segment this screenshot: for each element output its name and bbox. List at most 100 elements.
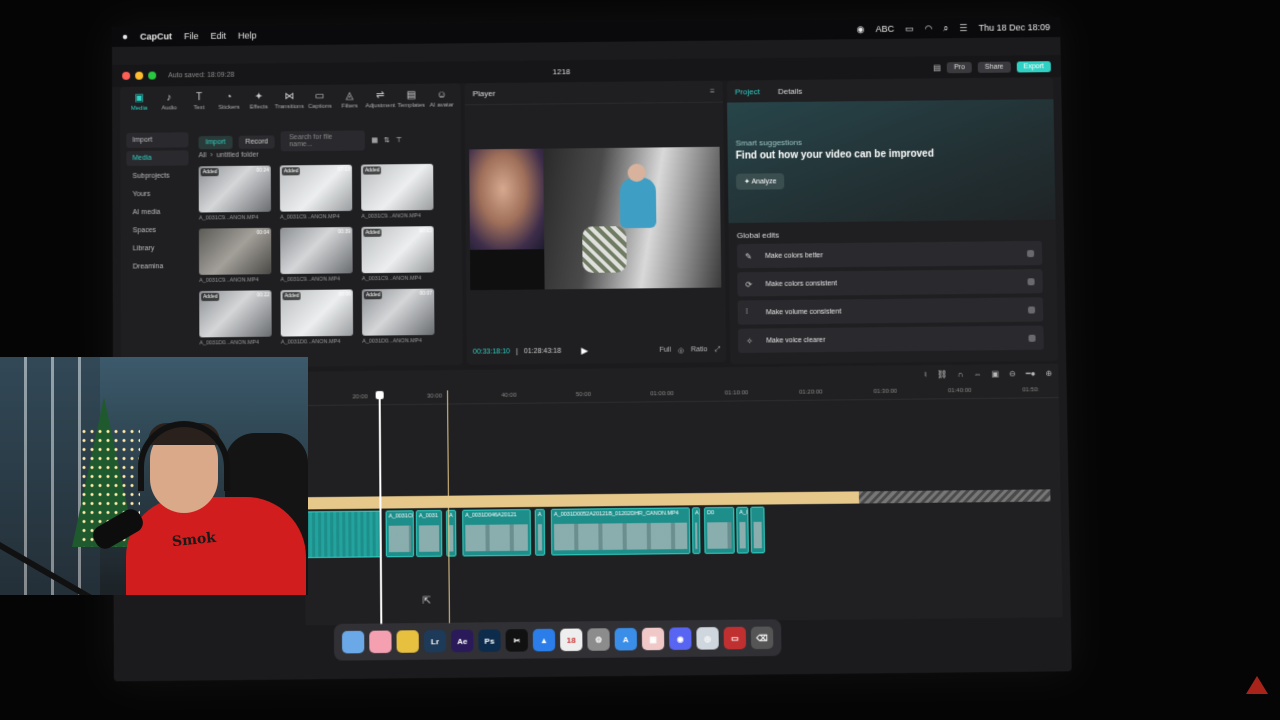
clip-thumbnail[interactable]: Added (360, 163, 434, 211)
menu-app-name[interactable]: CapCut (140, 31, 172, 41)
analyze-button[interactable]: ✦ Analyze (735, 173, 785, 190)
discord-app[interactable]: ◉ (669, 627, 692, 650)
snap-icon[interactable]: ⇔ (973, 369, 981, 378)
timeline-clip[interactable]: A (534, 508, 546, 556)
clip-thumbnail[interactable]: 00:39 (280, 226, 353, 275)
media-clip[interactable]: 00:39 A_0031C9...ANON.MP4 (280, 226, 353, 283)
record-button[interactable]: Record (238, 134, 276, 149)
magnet-icon[interactable]: ∩ (957, 369, 963, 378)
screen-record-icon[interactable]: ◉ (857, 24, 865, 35)
global-edit-make-voice-clearer[interactable]: ✧ Make voice clearer (737, 325, 1044, 353)
menu-clock[interactable]: Thu 18 Dec 18:09 (978, 22, 1050, 33)
tab-details[interactable]: Details (778, 86, 803, 95)
media-clip[interactable]: Added A_0031C9...ANON.MP4 (360, 163, 434, 220)
sidebar-item-dreamina[interactable]: Dreamina (127, 259, 189, 275)
tool-transitions[interactable]: ⋈ Transitions (275, 91, 304, 110)
tool-effects[interactable]: ✦ Effects (246, 91, 272, 110)
breadcrumb-all[interactable]: All (199, 152, 207, 159)
media-clip[interactable]: Added 00:24 A_0031C9...ANON.MP4 (198, 165, 272, 222)
tool-templates[interactable]: ▤ Templates (398, 90, 425, 109)
tool-ai-avatar[interactable]: ☺ AI avatar (429, 89, 455, 108)
media-clip[interactable]: Added 00:07 A_0031D0...ANON.MP4 (361, 288, 435, 345)
sidebar-item-media[interactable]: Media (126, 150, 189, 167)
menu-edit[interactable]: Edit (211, 31, 227, 41)
video-track[interactable]: A_0031C0 A_0031 A A_0031D046A20121 A A_0031D0… (304, 506, 767, 559)
media-clip[interactable]: Added 00:22 A_0031D0...ANON.MP4 (199, 290, 272, 347)
edit-toggle[interactable] (1027, 277, 1035, 285)
minimize-window-button[interactable] (135, 71, 144, 80)
battery-icon[interactable]: ▭ (905, 23, 914, 34)
timeline-clip[interactable] (750, 506, 766, 554)
photos-app[interactable] (369, 630, 392, 654)
settings-app[interactable]: ⚙ (587, 628, 610, 651)
clip-thumbnail[interactable]: Added 00:24 (198, 165, 272, 213)
sidebar-item-subprojects[interactable]: Subprojects (126, 168, 188, 184)
export-button[interactable]: Export (1016, 60, 1051, 73)
zoom-fit-icon[interactable]: ⊕ (1045, 368, 1052, 377)
sidebar-item-spaces[interactable]: Spaces (127, 223, 189, 239)
finder-app[interactable] (341, 630, 365, 654)
close-window-button[interactable] (122, 71, 131, 80)
control-center-icon[interactable]: ☰ (959, 23, 967, 34)
tool-media[interactable]: ▣ Media (126, 93, 152, 112)
tool-adjustment[interactable]: ⇌ Adjustment (365, 90, 395, 109)
full-quality-button[interactable]: Full (659, 346, 670, 354)
ratio-button[interactable]: Ratio (691, 346, 708, 354)
clip-thumbnail[interactable]: Added 00:06 (280, 289, 354, 337)
edit-toggle[interactable] (1027, 305, 1036, 314)
clip-thumbnail[interactable]: Added 00:22 (199, 290, 272, 338)
timeline-clip[interactable]: A_0031D0052A20121B_01202DHR_CANON.MP4 (550, 507, 691, 556)
timeline-clip[interactable]: A (691, 507, 701, 555)
pro-button[interactable]: Pro (946, 61, 972, 73)
media-clip[interactable]: 00:04 A_0031C9...ANON.MP4 (198, 227, 272, 284)
share-button[interactable]: Share (977, 61, 1011, 73)
search-icon[interactable]: ⌕ (943, 23, 948, 34)
clip-thumbnail[interactable]: Added 07:13 (279, 164, 353, 212)
input-source[interactable]: ABC (875, 24, 894, 34)
drive-app[interactable]: ▲ (532, 628, 556, 652)
timeline-clip[interactable]: D0 (703, 506, 735, 554)
grid-view-icon[interactable]: ▦ (371, 136, 378, 144)
sidebar-item-ai-media[interactable]: AI media (127, 205, 189, 221)
sort-icon[interactable]: ⇅ (384, 136, 390, 144)
timeline-clip[interactable] (304, 510, 382, 559)
filter-icon[interactable]: ⊤ (396, 136, 402, 144)
media-clip[interactable]: Added 00:06 A_0031D0...ANON.MP4 (280, 289, 354, 346)
file-search-input[interactable]: Search for file name... (281, 130, 366, 152)
quicktime-app[interactable]: ◎ (696, 627, 719, 650)
layout-icon[interactable]: ▤ (933, 63, 941, 72)
tool-text[interactable]: T Text (186, 92, 212, 111)
global-edit-make-volume-consistent[interactable]: ⫶ Make volume consistent (737, 297, 1044, 325)
wifi-icon[interactable]: ◠ (924, 23, 932, 34)
link-icon[interactable]: ⛓ (937, 369, 947, 378)
global-edit-make-colors-better[interactable]: ✎ Make colors better (736, 240, 1043, 269)
edit-toggle[interactable] (1026, 249, 1035, 257)
sidebar-item-library[interactable]: Library (127, 241, 189, 257)
import-button[interactable]: Import (198, 135, 233, 149)
clip-thumbnail[interactable]: 00:04 (198, 227, 272, 275)
audio-track[interactable] (304, 491, 860, 510)
timeline-clip[interactable]: A_0 (736, 506, 749, 554)
chrome-app[interactable] (396, 630, 419, 653)
mic-icon[interactable]: ♮ (924, 370, 927, 379)
clip-thumbnail[interactable]: Added 00:07 (361, 288, 435, 336)
video-preview[interactable] (469, 146, 722, 291)
tool-captions[interactable]: ▭ Captions (307, 91, 333, 110)
zoom-slider[interactable]: ━● (1026, 369, 1036, 378)
app-store-app[interactable]: A (614, 627, 638, 651)
screen-app[interactable]: ▭ (723, 626, 747, 650)
preview-axis-icon[interactable]: ▣ (991, 369, 999, 378)
sidebar-item-import[interactable]: Import (126, 132, 189, 148)
snapshot-icon[interactable]: ◎ (678, 346, 684, 354)
play-icon[interactable]: ▶ (581, 345, 588, 356)
apple-icon[interactable]: ● (122, 31, 128, 42)
fullscreen-icon[interactable]: ⤢ (714, 346, 720, 354)
trash-app[interactable]: ⌫ (750, 626, 774, 650)
global-edit-make-colors-consistent[interactable]: ⟳ Make colors consistent (737, 269, 1043, 297)
breadcrumb-folder[interactable]: untitled folder (216, 152, 258, 159)
timeline-clip[interactable]: A_0031C0 (385, 510, 415, 558)
widget-app[interactable]: ▦ (641, 627, 665, 651)
zoom-out-icon[interactable]: ⊖ (1009, 369, 1016, 378)
timeline-clip[interactable]: A_0031D046A20121 (462, 509, 532, 557)
edit-toggle[interactable] (1028, 334, 1036, 342)
